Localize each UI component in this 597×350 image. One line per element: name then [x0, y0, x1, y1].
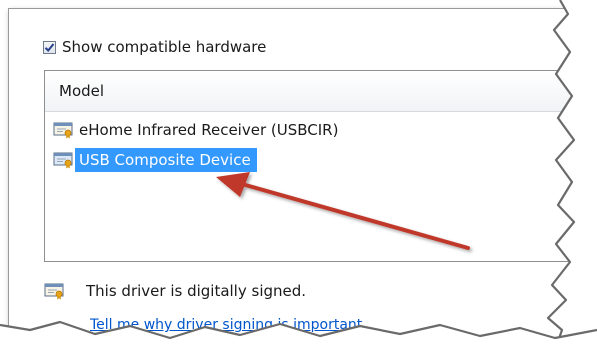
certificate-icon [44, 283, 64, 300]
driver-signing-help-link[interactable]: Tell me why driver signing is important [90, 317, 362, 333]
model-column-header[interactable]: Model [45, 71, 597, 112]
list-item-label: eHome Infrared Receiver (USBCIR) [79, 121, 339, 139]
show-compatible-label: Show compatible hardware [62, 38, 267, 56]
checkmark-icon [44, 42, 55, 52]
certificate-icon [53, 122, 73, 139]
signature-status-text: This driver is digitally signed. [86, 282, 307, 300]
list-item-label: USB Composite Device [75, 148, 257, 172]
show-compatible-row[interactable]: Show compatible hardware [43, 38, 266, 56]
list-item-usb-composite[interactable]: USB Composite Device [53, 147, 257, 173]
model-header-label: Model [59, 82, 105, 100]
certificate-icon [53, 152, 73, 169]
show-compatible-checkbox[interactable] [43, 40, 56, 54]
signature-status-row: This driver is digitally signed. [44, 282, 306, 300]
list-item-ehome[interactable]: eHome Infrared Receiver (USBCIR) [53, 117, 344, 143]
model-listbox[interactable]: Model eHome Infrared Receiver (USBCIR) U… [44, 70, 597, 262]
driver-selection-panel: Show compatible hardware Model eHome Inf… [0, 0, 597, 350]
